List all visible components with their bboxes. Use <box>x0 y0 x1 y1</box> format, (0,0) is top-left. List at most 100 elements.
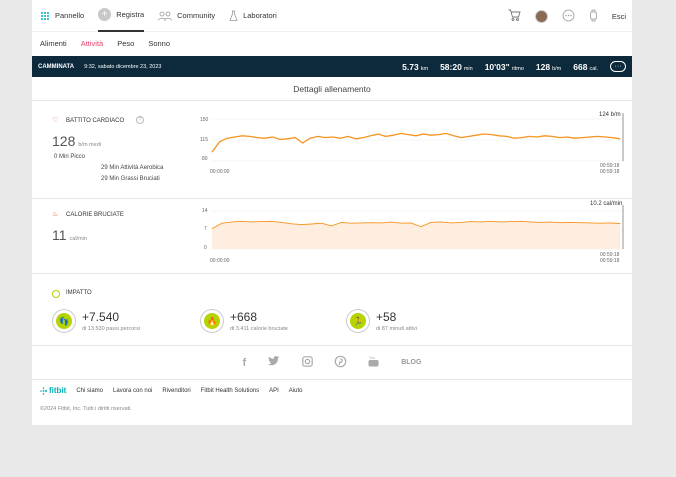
cal-chart-point-36 <box>569 222 571 223</box>
avatar[interactable] <box>534 9 548 23</box>
cal-chart-point-40 <box>609 222 611 224</box>
heart-chart-point-1 <box>219 141 220 143</box>
impact-calories-value: +668 <box>230 310 258 324</box>
dashboard-icon <box>40 11 50 21</box>
pinterest-icon[interactable] <box>334 355 347 370</box>
heart-chart-point-4 <box>241 135 243 137</box>
footer-link-about[interactable]: Chi siamo <box>76 388 103 394</box>
heart-ytick-mid: 115 <box>200 137 208 143</box>
page: Pannello + Registra Community Laboratori <box>32 0 632 425</box>
footer: fitbit Chi siamo Lavora con noi Rivendit… <box>40 386 302 395</box>
heart-chart-point-0 <box>211 151 213 153</box>
heart-chart-point-7 <box>264 137 266 139</box>
stat-distance: 5.73 km <box>402 61 429 72</box>
cal-chart-point-9 <box>301 224 302 225</box>
nav-log[interactable]: + Registra <box>98 0 145 32</box>
labs-icon <box>229 10 238 22</box>
calories-value: 11 cal/min <box>52 227 87 243</box>
cal-time-start: 00:00:00 <box>210 258 230 264</box>
heart-rate-chart <box>211 113 624 162</box>
cal-chart-point-15 <box>360 222 362 224</box>
facebook-icon[interactable]: f <box>243 357 247 369</box>
cal-ytick-bot: 0 <box>204 245 207 251</box>
cal-chart-point-29 <box>500 221 501 223</box>
impact-calories-badge: 🔥 <box>200 309 224 333</box>
impact-title: IMPATTO <box>66 290 92 296</box>
subnav-activity[interactable]: Attività <box>81 39 104 48</box>
heart-chart-point-43 <box>536 136 538 138</box>
heart-chart-point-51 <box>596 136 598 137</box>
device-icon[interactable] <box>589 9 598 24</box>
heart-time-end2: 00:59:18 <box>600 169 620 175</box>
cal-chart-point-13 <box>340 222 342 223</box>
heart-chart-point-48 <box>574 137 576 139</box>
cal-chart-point-12 <box>331 225 332 227</box>
heart-chart-point-24 <box>392 134 394 136</box>
more-options-icon[interactable]: ··· <box>610 61 626 72</box>
subnav-sleep[interactable]: Sonno <box>148 39 170 48</box>
nav-community[interactable]: Community <box>158 0 215 32</box>
cal-chart-point-17 <box>380 222 382 224</box>
cal-chart-point-1 <box>221 222 223 224</box>
chat-icon[interactable] <box>562 9 575 24</box>
cal-chart-point-6 <box>271 220 273 222</box>
cal-time-end2: 00:59:18 <box>600 258 620 264</box>
impact-steps-text: +7.540 di 13.530 passi percorsi <box>82 310 140 332</box>
footer-link-api[interactable]: API <box>269 388 279 394</box>
heart-title: BATTITO CARDIACO <box>66 118 125 124</box>
heart-aerobic: 29 Min Attività Aerobica <box>101 165 164 171</box>
subnav-food[interactable]: Alimenti <box>40 39 67 48</box>
heart-chart-point-23 <box>385 136 387 137</box>
stat-calories: 668 cal. <box>573 61 598 72</box>
heart-chart-point-9 <box>279 139 281 140</box>
top-nav: Pannello + Registra Community Laboratori <box>32 0 632 32</box>
nav-right: Esci <box>508 0 626 32</box>
subnav-weight[interactable]: Peso <box>117 39 134 48</box>
heart-chart-point-20 <box>362 137 364 138</box>
heart-chart-point-15 <box>324 137 326 138</box>
heart-chart-point-27 <box>415 135 417 137</box>
heart-icon: ♡ <box>52 117 59 124</box>
blog-link[interactable]: BLOG <box>401 359 421 366</box>
cart-icon[interactable] <box>508 9 521 23</box>
cal-chart-point-22 <box>430 222 432 223</box>
cal-chart-point-33 <box>539 222 541 223</box>
heart-chart-point-28 <box>423 133 424 135</box>
cal-chart-point-31 <box>520 220 521 222</box>
impact-active-text: +58 di 87 minuti attivi <box>376 310 417 332</box>
nav-labs[interactable]: Laboratori <box>229 0 277 32</box>
info-icon[interactable]: ? <box>136 116 144 124</box>
heart-chart-point-11 <box>294 137 296 138</box>
cal-chart-point-30 <box>510 221 511 222</box>
cal-chart-point-27 <box>480 221 482 223</box>
heart-chart-point-8 <box>272 136 273 138</box>
heart-chart-point-31 <box>445 133 447 134</box>
cal-chart-point-19 <box>400 222 402 224</box>
instagram-icon[interactable] <box>302 355 314 370</box>
cal-chart-point-3 <box>241 220 243 222</box>
cal-chart-point-14 <box>350 222 352 224</box>
cal-ytick-mid: 7 <box>204 226 207 232</box>
stat-duration: 58:20 min <box>440 61 473 72</box>
cal-chart-point-41 <box>619 223 621 224</box>
footer-link-health[interactable]: Fitbit Health Solutions <box>201 388 259 394</box>
cal-chart-point-39 <box>599 222 601 224</box>
impact-steps-value: +7.540 <box>82 310 120 324</box>
cal-chart-point-26 <box>470 221 472 222</box>
cal-chart-point-35 <box>559 222 561 224</box>
heart-chart-point-14 <box>317 136 319 137</box>
heart-rate-section: ♡ BATTITO CARDIACO ? 128 b/m medi 0 Min P… <box>32 101 632 199</box>
logout-link[interactable]: Esci <box>612 12 626 21</box>
heart-chart-point-44 <box>544 135 545 137</box>
heart-chart-point-35 <box>476 134 477 136</box>
nav-dashboard[interactable]: Pannello <box>40 0 84 32</box>
heart-chart-point-46 <box>559 137 560 138</box>
footer-link-help[interactable]: Aiuto <box>289 388 303 394</box>
fitbit-logo[interactable]: fitbit <box>40 386 66 395</box>
footer-link-retailers[interactable]: Rivenditori <box>162 388 190 394</box>
plus-icon: + <box>98 8 112 21</box>
youtube-icon[interactable]: You <box>368 355 379 370</box>
social-links: f You BLOG <box>32 346 632 380</box>
footer-link-careers[interactable]: Lavora con noi <box>113 388 152 394</box>
twitter-icon[interactable] <box>268 356 280 369</box>
